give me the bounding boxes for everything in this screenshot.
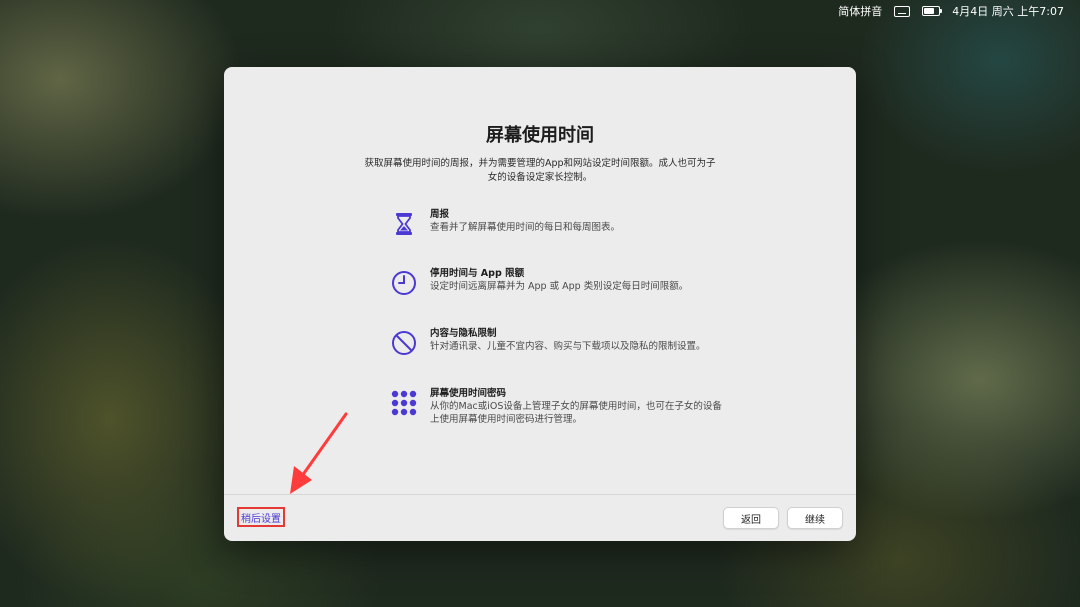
dialog-description: 获取屏幕使用时间的周报，并为需要管理的App和网站设定时间限额。成人也可为子女的… — [364, 158, 716, 183]
feature-title: 停用时间与 App 限额 — [430, 268, 525, 279]
battery-charging-icon[interactable] — [922, 6, 943, 16]
feature-description: 针对通讯录、儿童不宜内容、购买与下载项以及隐私的限制设置。 — [430, 341, 706, 352]
hourglass-icon — [388, 208, 420, 240]
feature-title: 内容与隐私限制 — [430, 328, 497, 339]
feature-downtime-app-limits: 停用时间与 App 限额 设定时间远离屏幕并为 App 或 App 类别设定每日… — [388, 267, 728, 299]
menu-bar: 简体拼音 4月4日 周六 上午7:07 — [0, 0, 1080, 22]
set-up-later-button[interactable]: 稍后设置 — [237, 507, 285, 527]
back-button[interactable]: 返回 — [723, 507, 779, 529]
clock-icon — [388, 267, 420, 299]
feature-screen-time-passcode: 屏幕使用时间密码 从你的Mac或iOS设备上管理子女的屏幕使用时间，也可在子女的… — [388, 387, 728, 426]
feature-weekly-report: 周报 查看并了解屏幕使用时间的每日和每周图表。 — [388, 208, 728, 240]
dialog-title: 屏幕使用时间 — [486, 125, 594, 146]
passcode-dots-icon — [388, 387, 420, 419]
feature-title: 屏幕使用时间密码 — [430, 388, 507, 399]
menubar-datetime[interactable]: 4月4日 周六 上午7:07 — [952, 3, 1064, 19]
feature-title: 周报 — [430, 209, 450, 220]
keyboard-icon[interactable] — [894, 5, 911, 17]
feature-description: 查看并了解屏幕使用时间的每日和每周图表。 — [430, 222, 621, 233]
feature-description: 从你的Mac或iOS设备上管理子女的屏幕使用时间，也可在子女的设备上使用屏幕使用… — [430, 401, 722, 425]
feature-content-privacy: 内容与隐私限制 针对通讯录、儿童不宜内容、购买与下载项以及隐私的限制设置。 — [388, 327, 728, 359]
continue-button[interactable]: 继续 — [787, 507, 843, 529]
input-method-label[interactable]: 简体拼音 — [838, 3, 882, 19]
annotation-arrow-icon — [290, 412, 348, 494]
prohibited-icon — [388, 327, 420, 359]
feature-description: 设定时间远离屏幕并为 App 或 App 类别设定每日时间限额。 — [430, 281, 689, 292]
